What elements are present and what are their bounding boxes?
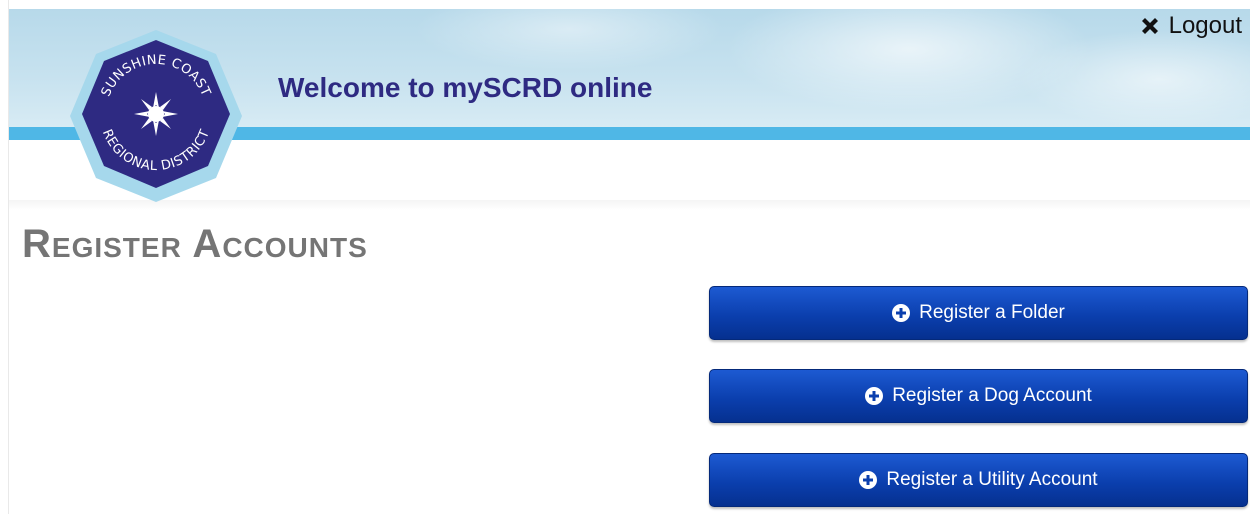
welcome-heading: Welcome to mySCRD online: [278, 72, 653, 103]
register-utility-account-label: Register a Utility Account: [886, 469, 1098, 490]
register-folder-label: Register a Folder: [919, 302, 1065, 323]
register-dog-account-button[interactable]: Register a Dog Account: [709, 369, 1248, 423]
plus-circle-icon: [892, 304, 911, 322]
page-gutter: [0, 0, 9, 514]
register-folder-button[interactable]: Register a Folder: [709, 286, 1248, 340]
scrd-logo[interactable]: SUNSHINE COAST REGIONAL DISTRICT: [68, 28, 244, 204]
scrd-logo-graphic: SUNSHINE COAST REGIONAL DISTRICT: [70, 30, 242, 202]
logout-link[interactable]: Logout: [1139, 12, 1242, 40]
plus-circle-icon: [859, 471, 878, 489]
logout-label: Logout: [1168, 12, 1242, 39]
register-utility-account-button[interactable]: Register a Utility Account: [709, 453, 1248, 507]
close-x-icon: [1141, 18, 1158, 34]
page-title: Register Accounts: [22, 222, 368, 266]
register-dog-account-label: Register a Dog Account: [892, 385, 1092, 406]
plus-circle-icon: [865, 387, 884, 405]
